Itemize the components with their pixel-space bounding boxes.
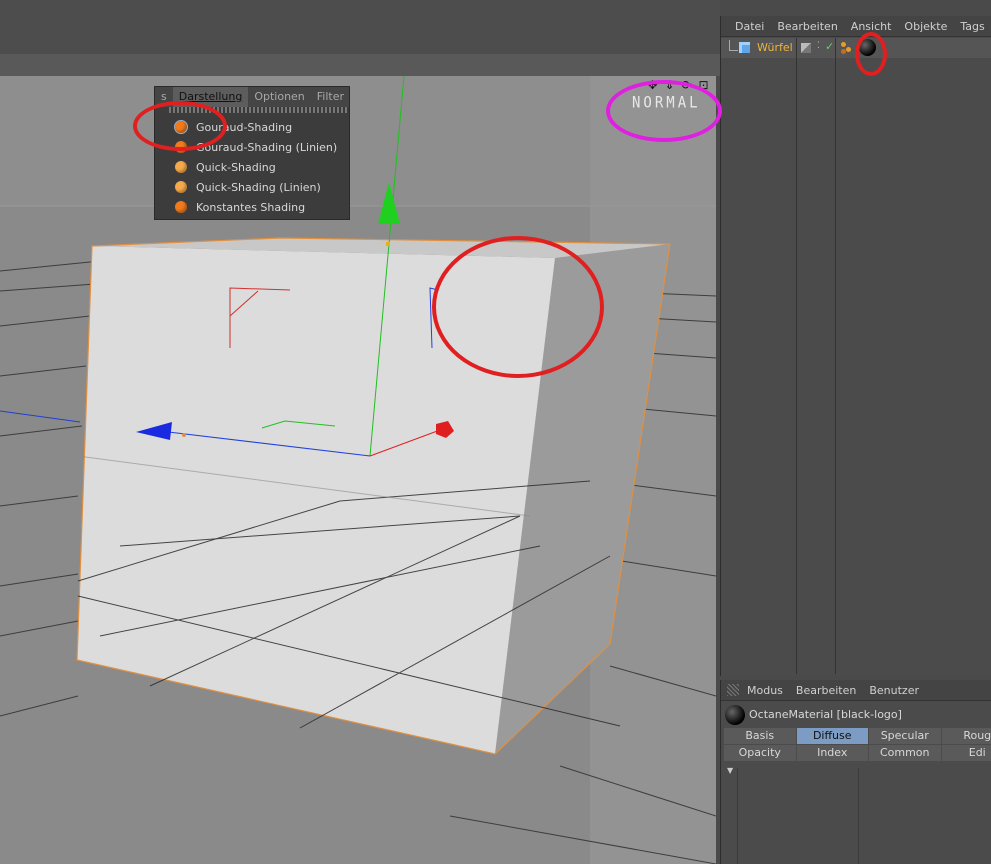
tag-dots-icon[interactable] <box>841 42 853 54</box>
menu-tab-optionen[interactable]: Optionen <box>248 87 310 107</box>
tab-specular[interactable]: Specular <box>869 728 941 744</box>
top-toolbar-area <box>0 0 720 56</box>
material-title: OctaneMaterial [black-logo] <box>749 708 902 721</box>
menu-datei[interactable]: Datei <box>735 20 764 33</box>
tab-index[interactable]: Index <box>796 745 868 761</box>
object-manager-menubar: Datei Bearbeiten Ansicht Objekte Tags <box>721 16 991 37</box>
visibility-dots-icon[interactable]: ⁚ <box>817 41 820 51</box>
menu-item-quick-lines[interactable]: Quick-Shading (Linien) <box>155 177 349 197</box>
material-preview-icon <box>725 705 745 725</box>
column-divider <box>796 38 797 674</box>
attribute-manager: Modus Bearbeiten Benutzer OctaneMaterial… <box>720 680 991 864</box>
column-divider <box>835 38 836 674</box>
constant-sphere-icon <box>175 201 187 213</box>
grip-icon[interactable] <box>727 684 739 696</box>
object-name[interactable]: Würfel <box>757 41 793 54</box>
attribute-body <box>737 768 859 864</box>
tab-diffuse[interactable]: Diffuse <box>796 728 868 744</box>
annotation-circle-menu <box>133 101 227 151</box>
tree-line-icon <box>729 40 738 51</box>
attribute-manager-menubar: Modus Bearbeiten Benutzer <box>721 680 991 701</box>
cube-icon <box>739 42 750 53</box>
quick-sphere-lines-icon <box>175 181 187 193</box>
viewport-scene <box>0 76 716 864</box>
menu-ansicht[interactable]: Ansicht <box>851 20 892 33</box>
tab-common[interactable]: Common <box>869 745 941 761</box>
menu-modus[interactable]: Modus <box>747 684 783 697</box>
collapse-arrow-icon[interactable]: ▼ <box>727 766 733 775</box>
annotation-circle-material <box>855 32 887 76</box>
material-tabs-row2: Opacity Index Common Edi <box>724 745 991 761</box>
menu-tags[interactable]: Tags <box>960 20 984 33</box>
menu-bearbeiten[interactable]: Bearbeiten <box>796 684 856 697</box>
menu-bearbeiten[interactable]: Bearbeiten <box>777 20 837 33</box>
menu-item-constant-shading[interactable]: Konstantes Shading <box>155 197 349 217</box>
annotation-circle-cube <box>432 236 604 378</box>
object-manager: Datei Bearbeiten Ansicht Objekte Tags Wü… <box>720 16 991 676</box>
viewport-header <box>0 54 720 76</box>
menu-objekte[interactable]: Objekte <box>904 20 947 33</box>
tab-basis[interactable]: Basis <box>724 728 796 744</box>
material-header: OctaneMaterial [black-logo] <box>721 702 991 726</box>
3d-viewport[interactable]: ✥ ⇕ ⟳ ⊡ <box>0 76 716 864</box>
menu-tab-filter[interactable]: Filter <box>311 87 350 107</box>
annotation-circle-normal <box>606 80 722 142</box>
menu-item-quick-shading[interactable]: Quick-Shading <box>155 157 349 177</box>
enabled-check-icon[interactable]: ✓ <box>825 40 834 53</box>
tab-roughness[interactable]: Roug <box>941 728 991 744</box>
material-tabs-row1: Basis Diffuse Specular Roug <box>724 728 991 744</box>
menu-benutzer[interactable]: Benutzer <box>869 684 919 697</box>
quick-sphere-icon <box>175 161 187 173</box>
tab-editor[interactable]: Edi <box>941 745 991 761</box>
layer-flag-icon[interactable] <box>801 43 811 53</box>
tab-opacity[interactable]: Opacity <box>724 745 796 761</box>
